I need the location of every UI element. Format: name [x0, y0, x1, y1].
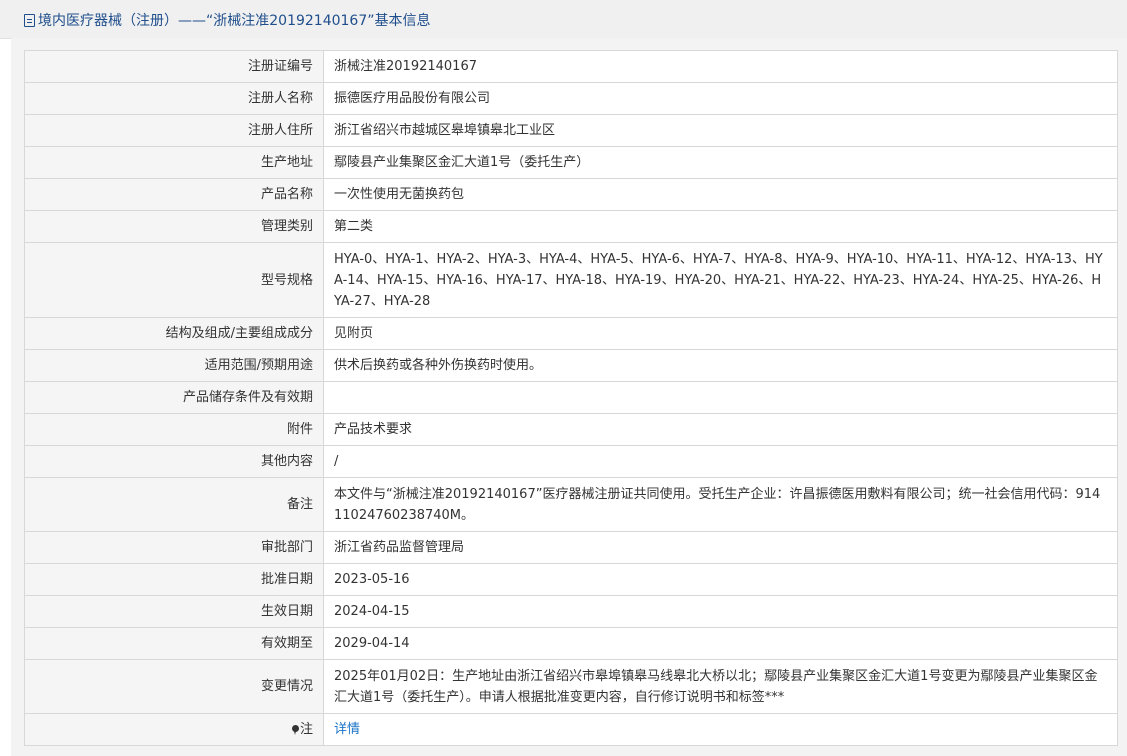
table-row: 型号规格 HYA-0、HYA-1、HYA-2、HYA-3、HYA-4、HYA-5…	[24, 242, 1118, 318]
row-label-remarks: 备注	[24, 477, 324, 532]
row-value-structure: 见附页	[323, 317, 1118, 350]
row-value-remarks: 本文件与“浙械注准20192140167”医疗器械注册证共同使用。受托生产企业：…	[323, 477, 1118, 532]
row-label-approval-date: 批准日期	[24, 563, 324, 596]
table-row: 附件 产品技术要求	[24, 413, 1118, 446]
row-label-other: 其他内容	[24, 445, 324, 478]
row-label-attachment: 附件	[24, 413, 324, 446]
row-label-registration-number: 注册证编号	[24, 50, 324, 83]
table-row: 变更情况 2025年01月02日：生产地址由浙江省绍兴市皋埠镇皋马线皋北大桥以北…	[24, 659, 1118, 714]
pin-icon	[291, 725, 299, 735]
row-label-registrant-name: 注册人名称	[24, 82, 324, 115]
row-value-product-name: 一次性使用无菌换药包	[323, 178, 1118, 211]
row-label-production-address: 生产地址	[24, 146, 324, 179]
table-row: 批准日期 2023-05-16	[24, 563, 1118, 596]
row-value-registration-number: 浙械注准20192140167	[323, 50, 1118, 83]
row-value-expiry-date: 2029-04-14	[323, 627, 1118, 660]
table-row: 注册人名称 振德医疗用品股份有限公司	[24, 82, 1118, 115]
table-row-note: 注 详情	[24, 713, 1118, 746]
table-row: 生效日期 2024-04-15	[24, 595, 1118, 628]
row-value-management-category: 第二类	[323, 210, 1118, 243]
table-row: 注册证编号 浙械注准20192140167	[24, 50, 1118, 83]
row-label-registrant-address: 注册人住所	[24, 114, 324, 147]
page-title: 境内医疗器械（注册）——“浙械注准20192140167”基本信息	[24, 10, 430, 30]
row-value-registrant-name: 振德医疗用品股份有限公司	[323, 82, 1118, 115]
row-value-storage	[323, 381, 1118, 414]
row-value-production-address: 鄢陵县产业集聚区金汇大道1号（委托生产）	[323, 146, 1118, 179]
row-label-storage: 产品储存条件及有效期	[24, 381, 324, 414]
table-row: 产品名称 一次性使用无菌换药包	[24, 178, 1118, 211]
table-row: 备注 本文件与“浙械注准20192140167”医疗器械注册证共同使用。受托生产…	[24, 477, 1118, 532]
row-value-effective-date: 2024-04-15	[323, 595, 1118, 628]
table-row: 管理类别 第二类	[24, 210, 1118, 243]
row-label-structure: 结构及组成/主要组成成分	[24, 317, 324, 350]
table-row: 适用范围/预期用途 供术后换药或各种外伤换药时使用。	[24, 349, 1118, 382]
row-label-product-name: 产品名称	[24, 178, 324, 211]
table-row: 产品储存条件及有效期	[24, 381, 1118, 414]
row-label-changes: 变更情况	[24, 659, 324, 714]
row-value-approval-dept: 浙江省药品监督管理局	[323, 531, 1118, 564]
table-row: 注册人住所 浙江省绍兴市越城区皋埠镇皋北工业区	[24, 114, 1118, 147]
row-label-management-category: 管理类别	[24, 210, 324, 243]
row-value-changes: 2025年01月02日：生产地址由浙江省绍兴市皋埠镇皋马线皋北大桥以北；鄢陵县产…	[323, 659, 1118, 714]
device-info-table: 注册证编号 浙械注准20192140167 注册人名称 振德医疗用品股份有限公司…	[24, 50, 1118, 746]
row-label-intended-use: 适用范围/预期用途	[24, 349, 324, 382]
row-value-registrant-address: 浙江省绍兴市越城区皋埠镇皋北工业区	[323, 114, 1118, 147]
row-value-approval-date: 2023-05-16	[323, 563, 1118, 596]
page-title-text: 境内医疗器械（注册）——“浙械注准20192140167”基本信息	[38, 13, 431, 29]
table-row: 生产地址 鄢陵县产业集聚区金汇大道1号（委托生产）	[24, 146, 1118, 179]
note-label: 注	[299, 722, 313, 737]
row-value-intended-use: 供术后换药或各种外伤换药时使用。	[323, 349, 1118, 382]
row-label-approval-dept: 审批部门	[24, 531, 324, 564]
row-label-note: 注	[24, 713, 324, 746]
table-row: 审批部门 浙江省药品监督管理局	[24, 531, 1118, 564]
row-value-other: /	[323, 445, 1118, 478]
table-row: 结构及组成/主要组成成分 见附页	[24, 317, 1118, 350]
row-value-models: HYA-0、HYA-1、HYA-2、HYA-3、HYA-4、HYA-5、HYA-…	[323, 242, 1118, 318]
details-link[interactable]: 详情	[334, 722, 360, 737]
row-value-note: 详情	[323, 713, 1118, 746]
row-value-attachment: 产品技术要求	[323, 413, 1118, 446]
row-label-effective-date: 生效日期	[24, 595, 324, 628]
table-row: 其他内容 /	[24, 445, 1118, 478]
row-label-expiry-date: 有效期至	[24, 627, 324, 660]
row-label-models: 型号规格	[24, 242, 324, 318]
table-row: 有效期至 2029-04-14	[24, 627, 1118, 660]
page-header: 境内医疗器械（注册）——“浙械注准20192140167”基本信息	[0, 0, 1127, 39]
document-icon	[24, 14, 35, 27]
